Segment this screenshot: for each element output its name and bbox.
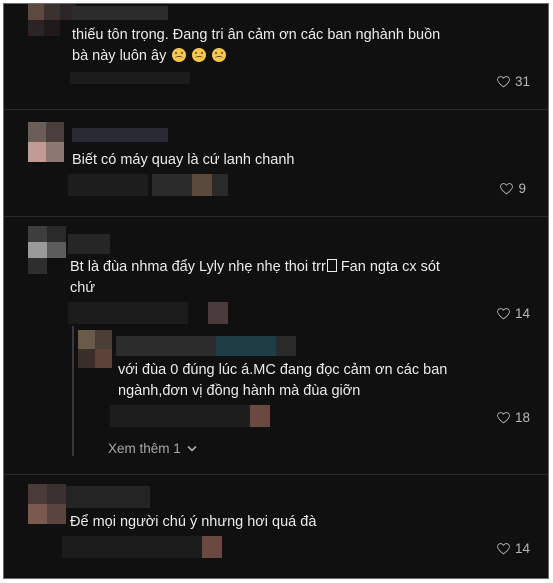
timestamp-redacted — [68, 302, 228, 324]
chevron-down-icon — [187, 445, 197, 452]
avatar[interactable] — [28, 122, 64, 162]
reply-thread-line — [72, 326, 74, 456]
username-redacted[interactable] — [72, 6, 168, 20]
comment-text: thiếu tôn trọng. Đang tri ân cảm ơn các … — [72, 27, 441, 64]
divider — [4, 109, 548, 110]
heart-outline-icon — [497, 411, 510, 423]
view-more-label: Xem thêm 1 — [108, 441, 181, 456]
like-button[interactable]: 14 — [497, 541, 530, 556]
username-redacted[interactable] — [72, 128, 168, 142]
unsupported-character-box — [326, 259, 337, 272]
heart-outline-icon — [497, 542, 510, 554]
like-count: 9 — [518, 181, 526, 196]
sad-face-emoji — [212, 48, 227, 62]
comment-text: với đùa 0 đúng lúc á.MC đang đọc cảm ơn … — [118, 362, 448, 399]
username-redacted[interactable] — [116, 336, 296, 356]
like-button[interactable]: 18 — [497, 410, 530, 425]
like-count: 14 — [514, 541, 530, 556]
comment-text: Để mọi người chú ý nhưng hơi quá đà — [70, 514, 317, 530]
timestamp-redacted — [70, 72, 190, 84]
heart-outline-icon — [497, 307, 510, 319]
timestamp-redacted — [68, 174, 228, 196]
heart-outline-icon — [497, 75, 510, 87]
comment-text: Biết có máy quay là cứ lanh chanh — [72, 152, 295, 168]
divider — [4, 474, 548, 475]
username-redacted[interactable] — [66, 486, 150, 508]
timestamp-redacted — [110, 405, 270, 427]
username-redacted[interactable] — [68, 234, 110, 254]
like-count: 31 — [514, 74, 530, 89]
like-count: 18 — [514, 410, 530, 425]
view-more-replies-button[interactable]: Xem thêm 1 — [108, 441, 197, 456]
divider — [4, 216, 548, 217]
avatar[interactable] — [28, 484, 66, 524]
sad-face-emoji — [172, 48, 187, 62]
comment-text: Bt là đùa nhma đẩy Lyly nhẹ nhẹ thoi trr… — [70, 259, 440, 296]
heart-outline-icon — [500, 182, 514, 194]
comments-panel: thiếu tôn trọng. Đang tri ân cảm ơn các … — [3, 3, 549, 579]
like-button[interactable]: 14 — [497, 306, 530, 321]
avatar[interactable] — [78, 330, 112, 368]
avatar[interactable] — [28, 226, 66, 274]
sad-face-emoji — [192, 48, 207, 62]
avatar[interactable] — [28, 4, 76, 42]
like-button[interactable]: 31 — [497, 74, 530, 89]
like-count: 14 — [514, 306, 530, 321]
timestamp-redacted — [62, 536, 222, 558]
like-button[interactable]: 9 — [500, 181, 526, 196]
